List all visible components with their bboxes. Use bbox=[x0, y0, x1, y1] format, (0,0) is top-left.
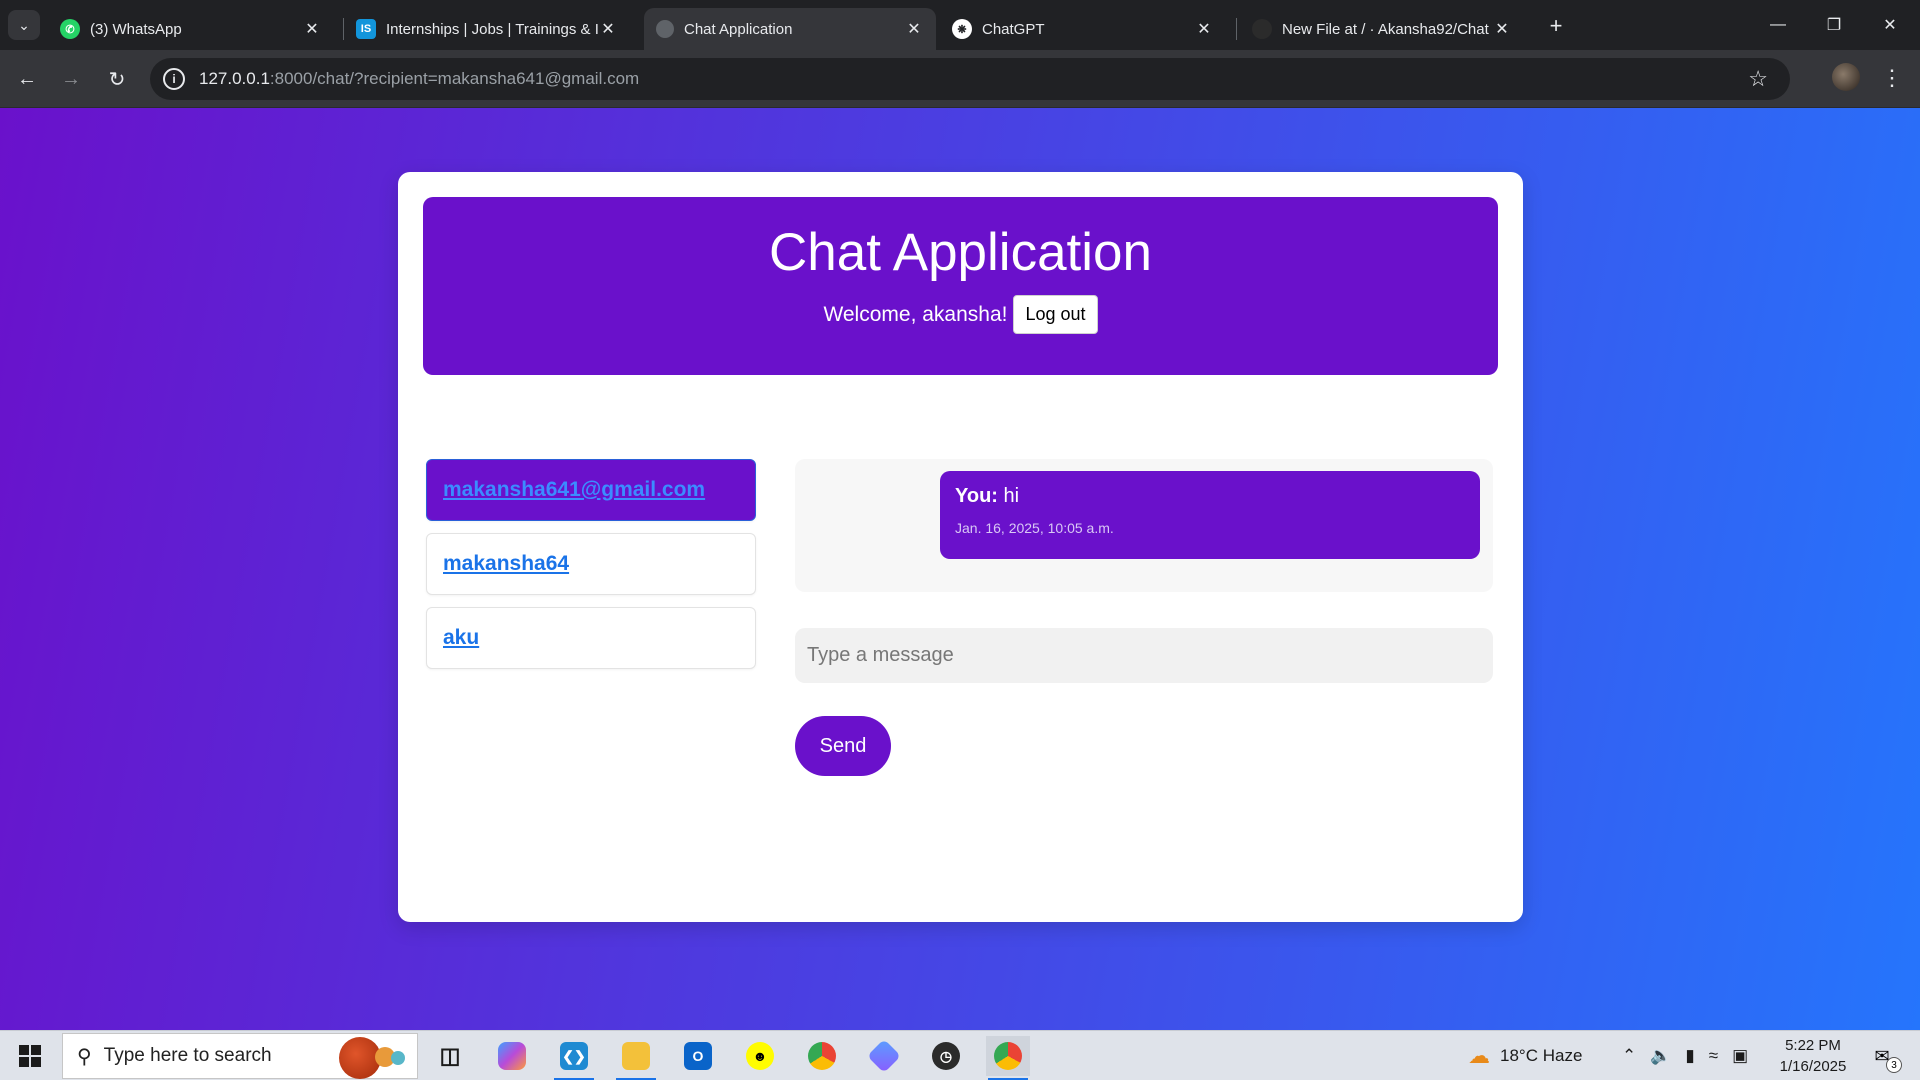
chevron-up-icon[interactable]: ⌃ bbox=[1622, 1046, 1636, 1066]
whatsapp-icon: ✆ bbox=[60, 19, 80, 39]
battery-icon[interactable]: ▮ bbox=[1685, 1046, 1694, 1066]
minimize-icon[interactable]: — bbox=[1750, 8, 1806, 42]
wifi-icon[interactable]: ≈ bbox=[1709, 1046, 1718, 1066]
weather-text: 18°C Haze bbox=[1500, 1046, 1583, 1065]
clock-date: 1/16/2025 bbox=[1779, 1058, 1847, 1075]
message-input[interactable] bbox=[795, 628, 1493, 683]
user-list: makansha641@gmail.com makansha64 aku bbox=[426, 459, 756, 681]
more-menu-icon[interactable]: ⋮ bbox=[1880, 64, 1904, 92]
speaker-muted-icon[interactable]: 🔈 bbox=[1650, 1046, 1671, 1066]
tab-title: Internships | Jobs | Trainings & I bbox=[386, 20, 598, 38]
task-view-icon[interactable]: ◫ bbox=[428, 1036, 472, 1076]
message-sender: You: bbox=[955, 485, 998, 507]
page-viewport: Chat Application Welcome, akansha! Log o… bbox=[0, 108, 1920, 1030]
snapchat-icon[interactable]: ☻ bbox=[738, 1036, 782, 1076]
user-link[interactable]: aku bbox=[443, 626, 479, 650]
restore-icon[interactable]: ❐ bbox=[1806, 8, 1862, 42]
message-timestamp: Jan. 16, 2025, 10:05 a.m. bbox=[955, 520, 1114, 536]
tab-chatgpt[interactable]: ❋ ChatGPT ✕ bbox=[940, 8, 1226, 50]
reload-icon[interactable]: ↻ bbox=[102, 64, 132, 94]
logout-button[interactable]: Log out bbox=[1013, 295, 1098, 334]
chat-messages: You: hi Jan. 16, 2025, 10:05 a.m. bbox=[795, 459, 1493, 592]
profile-avatar[interactable] bbox=[1832, 63, 1860, 91]
copilot-icon[interactable] bbox=[490, 1036, 534, 1076]
taskbar: ⚲ Type here to search ◫ ❮❯ O ☻ ◷ ☁ 18°C … bbox=[0, 1030, 1920, 1080]
tab-title: ChatGPT bbox=[982, 20, 1045, 38]
weather-icon: ☁ bbox=[1468, 1043, 1490, 1068]
close-icon[interactable]: ✕ bbox=[904, 19, 924, 39]
search-highlight-icon bbox=[327, 1037, 411, 1079]
search-icon: ⚲ bbox=[77, 1045, 92, 1068]
back-arrow-icon[interactable]: ← bbox=[12, 64, 42, 94]
system-tray: ⌃ 🔈 ▮ ≈ ▣ bbox=[1622, 1031, 1748, 1080]
site-info-icon[interactable]: i bbox=[163, 68, 185, 90]
close-icon[interactable]: ✕ bbox=[302, 19, 322, 39]
url-host: 127.0.0.1 bbox=[199, 69, 270, 88]
tab-title: Chat Application bbox=[684, 20, 793, 38]
message-body: hi bbox=[1003, 485, 1020, 507]
user-item-makansha64[interactable]: makansha64 bbox=[426, 533, 756, 595]
browser-tabstrip: ⌄ ✆ (3) WhatsApp ✕ IS Internships | Jobs… bbox=[0, 0, 1920, 50]
taskbar-search-placeholder: Type here to search bbox=[103, 1045, 272, 1066]
app-header: Chat Application Welcome, akansha! Log o… bbox=[423, 197, 1498, 375]
outlook-icon[interactable]: O bbox=[676, 1036, 720, 1076]
windows-start-icon[interactable] bbox=[10, 1041, 50, 1071]
github-icon bbox=[1252, 19, 1272, 39]
chrome-active-icon[interactable] bbox=[986, 1036, 1030, 1080]
tab-title: New File at / · Akansha92/Chat bbox=[1282, 20, 1489, 38]
message-text: You: hi bbox=[955, 485, 1465, 508]
url-text[interactable]: 127.0.0.1:8000/chat/?recipient=makansha6… bbox=[199, 69, 639, 89]
new-tab-plus-icon[interactable]: + bbox=[1542, 12, 1570, 40]
user-item-aku[interactable]: aku bbox=[426, 607, 756, 669]
user-link[interactable]: makansha64 bbox=[443, 552, 569, 576]
close-icon[interactable]: ✕ bbox=[598, 19, 618, 39]
bookmark-star-icon[interactable]: ☆ bbox=[1748, 66, 1768, 92]
app-hex-icon[interactable] bbox=[862, 1036, 906, 1076]
forward-arrow-icon[interactable]: → bbox=[56, 64, 86, 94]
close-icon[interactable]: ✕ bbox=[1194, 19, 1214, 39]
welcome-text: Welcome, akansha! bbox=[823, 302, 1008, 326]
notification-icon[interactable]: ✉ 3 bbox=[1866, 1041, 1902, 1073]
tab-separator bbox=[1236, 18, 1237, 40]
tab-chat-application[interactable]: Chat Application ✕ bbox=[644, 8, 936, 50]
tab-whatsapp[interactable]: ✆ (3) WhatsApp ✕ bbox=[48, 8, 334, 50]
vscode-icon[interactable]: ❮❯ bbox=[552, 1036, 596, 1080]
welcome-row: Welcome, akansha! Log out bbox=[423, 295, 1498, 334]
page-title: Chat Application bbox=[768, 223, 1153, 282]
tab-search-chevron-icon[interactable]: ⌄ bbox=[8, 10, 40, 40]
chatgpt-icon: ❋ bbox=[952, 19, 972, 39]
user-item-makansha641[interactable]: makansha641@gmail.com bbox=[426, 459, 756, 521]
window-close-icon[interactable]: ✕ bbox=[1862, 8, 1918, 42]
message-bubble: You: hi Jan. 16, 2025, 10:05 a.m. bbox=[940, 471, 1480, 559]
notification-count: 3 bbox=[1886, 1057, 1902, 1073]
device-icon[interactable]: ▣ bbox=[1732, 1046, 1748, 1066]
tab-title: (3) WhatsApp bbox=[90, 20, 182, 38]
close-icon[interactable]: ✕ bbox=[1492, 19, 1512, 39]
internshala-icon: IS bbox=[356, 19, 376, 39]
tab-github[interactable]: New File at / · Akansha92/Chat ✕ bbox=[1240, 8, 1524, 50]
url-path: :8000/chat/?recipient=makansha641@gmail.… bbox=[269, 69, 640, 88]
send-button[interactable]: Send bbox=[795, 716, 891, 776]
tab-internshala[interactable]: IS Internships | Jobs | Trainings & I ✕ bbox=[344, 8, 630, 50]
file-explorer-icon[interactable] bbox=[614, 1036, 658, 1080]
chrome-profile-icon[interactable] bbox=[800, 1036, 844, 1076]
taskbar-search[interactable]: ⚲ Type here to search bbox=[62, 1033, 418, 1079]
address-bar[interactable]: i 127.0.0.1:8000/chat/?recipient=makansh… bbox=[150, 58, 1790, 100]
clock-app-icon[interactable]: ◷ bbox=[924, 1036, 968, 1076]
chat-container: Chat Application Welcome, akansha! Log o… bbox=[398, 172, 1523, 922]
weather-widget[interactable]: ☁ 18°C Haze bbox=[1468, 1031, 1582, 1080]
browser-toolbar: ← → ↻ i 127.0.0.1:8000/chat/?recipient=m… bbox=[0, 50, 1920, 108]
taskbar-clock[interactable]: 5:22 PM 1/16/2025 bbox=[1770, 1035, 1856, 1077]
user-link[interactable]: makansha641@gmail.com bbox=[443, 478, 705, 502]
globe-icon bbox=[656, 20, 674, 38]
clock-time: 5:22 PM bbox=[1785, 1037, 1841, 1054]
